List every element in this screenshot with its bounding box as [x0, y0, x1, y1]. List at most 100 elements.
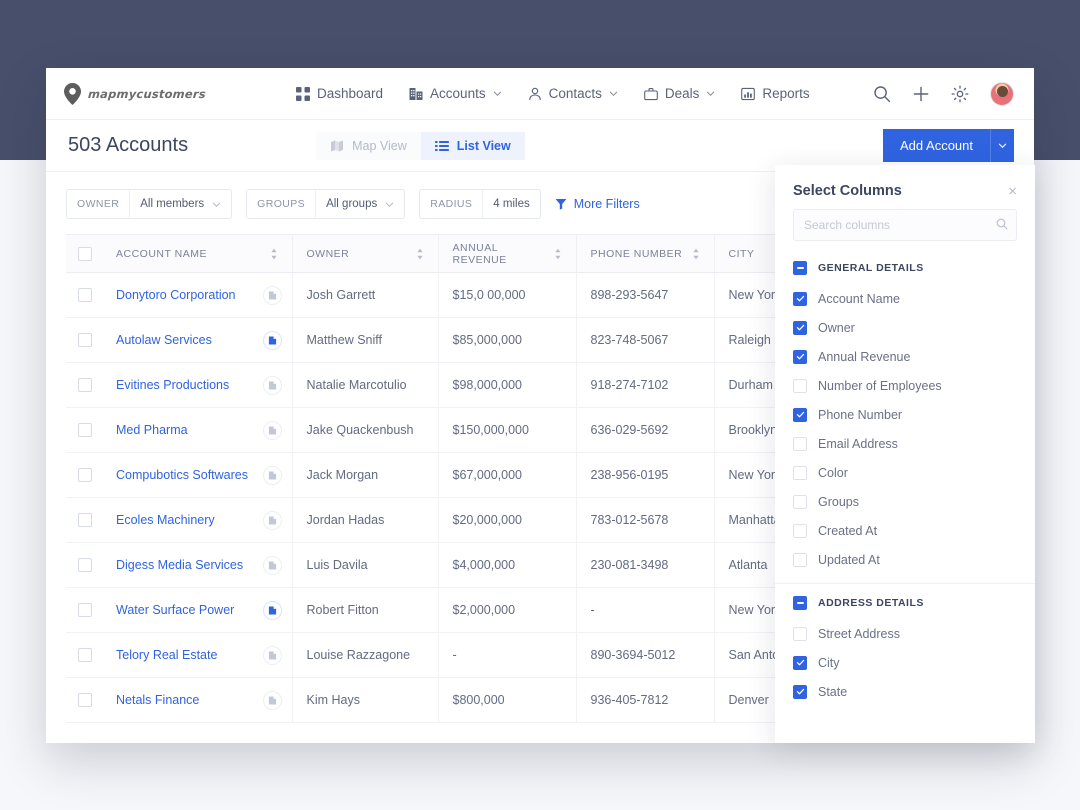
cell-phone-number: 890-3694-5012	[576, 632, 715, 678]
filter-owner-value-wrap[interactable]: All members	[129, 190, 231, 218]
nav-item-accounts[interactable]: Accounts	[409, 86, 502, 101]
account-name-link[interactable]: Water Surface Power	[116, 603, 234, 617]
select-all-checkbox[interactable]	[78, 246, 92, 261]
column-group-header[interactable]: ADDRESS DETAILS	[775, 588, 1035, 619]
filter-owner-value: All members	[140, 198, 205, 210]
nav-item-reports[interactable]: Reports	[741, 86, 810, 101]
column-option[interactable]: Updated At	[775, 545, 1035, 574]
column-option[interactable]: Number of Employees	[775, 371, 1035, 400]
account-type-badge[interactable]	[262, 285, 282, 305]
tab-map-view[interactable]: Map View	[316, 131, 421, 160]
account-type-badge[interactable]	[262, 420, 282, 440]
nav-item-contacts[interactable]: Contacts	[528, 86, 618, 101]
column-checkbox[interactable]	[793, 436, 807, 451]
filter-radius[interactable]: RADIUS 4 miles	[419, 189, 541, 219]
column-option[interactable]: Color	[775, 458, 1035, 487]
column-option[interactable]: City	[775, 648, 1035, 677]
account-type-badge[interactable]	[262, 330, 282, 350]
column-checkbox[interactable]	[793, 378, 807, 393]
brand-logo[interactable]: mapmycustomers	[64, 82, 296, 105]
column-option[interactable]: Account Name	[775, 284, 1035, 313]
column-checkbox[interactable]	[793, 684, 807, 699]
cell-phone-number: 230-081-3498	[576, 542, 715, 588]
column-header-phone-number[interactable]: PHONE NUMBER	[576, 234, 715, 273]
tab-list-view[interactable]: List View	[420, 131, 525, 160]
column-header-owner[interactable]: OWNER	[292, 234, 439, 273]
nav-item-deals[interactable]: Deals	[644, 86, 716, 101]
column-search-input[interactable]	[793, 209, 1017, 241]
cell-owner: Kim Hays	[292, 677, 439, 723]
column-checkbox[interactable]	[793, 465, 807, 480]
account-name-link[interactable]: Telory Real Estate	[116, 648, 217, 662]
filter-radius-value[interactable]: 4 miles	[482, 190, 539, 218]
column-label: PHONE NUMBER	[590, 247, 683, 260]
column-checkbox[interactable]	[793, 349, 807, 364]
column-group-header[interactable]: GENERAL DETAILS	[775, 253, 1035, 284]
row-checkbox[interactable]	[78, 333, 92, 347]
account-type-badge[interactable]	[262, 465, 282, 485]
column-checkbox[interactable]	[793, 655, 807, 670]
column-option[interactable]: Phone Number	[775, 400, 1035, 429]
search-icon[interactable]	[873, 85, 891, 103]
column-header-account-name[interactable]: ACCOUNT NAME	[102, 234, 293, 273]
account-name-link[interactable]: Netals Finance	[116, 693, 199, 707]
column-option[interactable]: Email Address	[775, 429, 1035, 458]
row-checkbox[interactable]	[78, 558, 92, 572]
row-checkbox[interactable]	[78, 603, 92, 617]
gear-icon[interactable]	[951, 85, 969, 103]
column-option[interactable]: Owner	[775, 313, 1035, 342]
column-label: CITY	[728, 247, 755, 260]
account-type-badge[interactable]	[262, 690, 282, 710]
account-name-link[interactable]: Compubotics Softwares	[116, 468, 248, 482]
column-checkbox[interactable]	[793, 407, 807, 422]
row-checkbox[interactable]	[78, 513, 92, 527]
add-account-button[interactable]: Add Account	[883, 129, 990, 162]
column-checkbox[interactable]	[793, 320, 807, 335]
account-name-link[interactable]: Autolaw Services	[116, 333, 212, 347]
filter-groups[interactable]: GROUPS All groups	[246, 189, 406, 219]
column-header-annual-revenue[interactable]: ANNUAL REVENUE	[438, 234, 577, 273]
row-checkbox[interactable]	[78, 693, 92, 707]
filter-owner[interactable]: OWNER All members	[66, 189, 233, 219]
column-option[interactable]: Street Address	[775, 619, 1035, 648]
account-type-badge[interactable]	[262, 600, 282, 620]
briefcase-icon	[644, 87, 658, 100]
column-checkbox[interactable]	[793, 626, 807, 641]
filter-radius-label: RADIUS	[420, 190, 483, 218]
account-type-badge[interactable]	[262, 375, 282, 395]
account-type-badge[interactable]	[262, 645, 282, 665]
add-account-dropdown-button[interactable]	[990, 129, 1014, 162]
column-checkbox[interactable]	[793, 494, 807, 509]
column-checkbox[interactable]	[793, 552, 807, 567]
row-checkbox[interactable]	[78, 423, 92, 437]
row-checkbox[interactable]	[78, 468, 92, 482]
cell-annual-revenue: $85,000,000	[438, 317, 577, 363]
row-checkbox[interactable]	[78, 648, 92, 662]
account-type-badge[interactable]	[262, 510, 282, 530]
column-option[interactable]: Annual Revenue	[775, 342, 1035, 371]
column-option[interactable]: State	[775, 677, 1035, 706]
group-checkbox[interactable]	[793, 596, 807, 610]
sort-icon	[692, 248, 699, 259]
column-checkbox[interactable]	[793, 291, 807, 306]
nav-item-dashboard[interactable]: Dashboard	[296, 86, 383, 101]
account-name-link[interactable]: Evitines Productions	[116, 378, 229, 392]
filter-groups-value-wrap[interactable]: All groups	[315, 190, 404, 218]
close-icon[interactable]: ×	[1008, 184, 1017, 199]
column-checkbox[interactable]	[793, 523, 807, 538]
column-option[interactable]: Created At	[775, 516, 1035, 545]
account-name-link[interactable]: Digess Media Services	[116, 558, 243, 572]
plus-icon[interactable]	[912, 85, 930, 103]
column-option-label: State	[818, 684, 848, 699]
nav-label: Deals	[664, 86, 700, 101]
row-checkbox[interactable]	[78, 288, 92, 302]
avatar[interactable]	[990, 81, 1014, 106]
account-name-link[interactable]: Ecoles Machinery	[116, 513, 215, 527]
account-name-link[interactable]: Med Pharma	[116, 423, 188, 437]
group-checkbox[interactable]	[793, 261, 807, 275]
more-filters-button[interactable]: More Filters	[555, 197, 640, 211]
column-option[interactable]: Groups	[775, 487, 1035, 516]
account-name-link[interactable]: Donytoro Corporation	[116, 288, 236, 302]
row-checkbox[interactable]	[78, 378, 92, 392]
account-type-badge[interactable]	[262, 555, 282, 575]
